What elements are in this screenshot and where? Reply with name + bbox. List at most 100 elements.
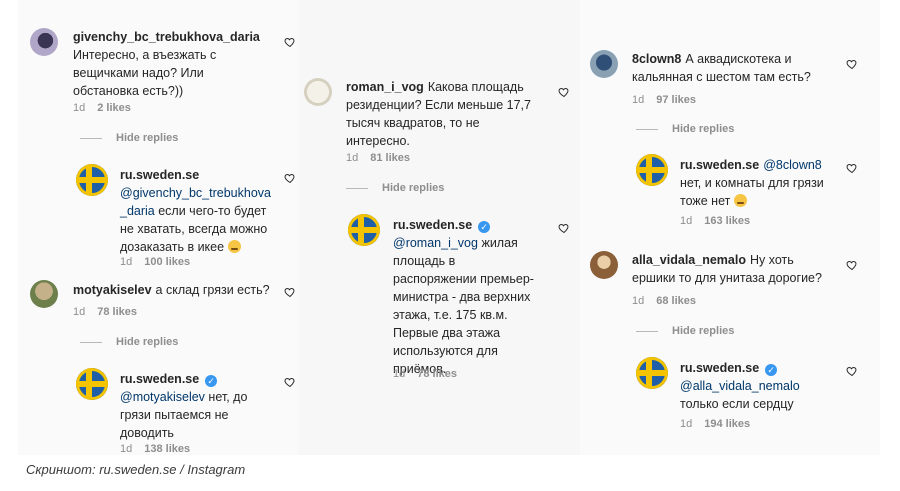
likes-count[interactable]: 97 likes xyxy=(656,94,696,106)
reply-text: грязи пытаемся не xyxy=(120,408,229,422)
avatar-givenchy[interactable] xyxy=(30,28,58,56)
hide-replies-label: Hide replies xyxy=(116,336,179,348)
hide-replies-button[interactable]: Hide replies xyxy=(80,132,178,144)
reply-text: министра - два верхних xyxy=(393,290,531,304)
username-ru-sweden[interactable]: ru.sweden.se xyxy=(680,158,759,172)
heart-outline-icon[interactable] xyxy=(284,376,296,388)
reply-ru-sweden-4: ru.sweden.se @8clown8 нет, и комнаты для … xyxy=(680,156,845,210)
timestamp[interactable]: 1d xyxy=(120,256,132,268)
hide-replies-button[interactable]: Hide replies xyxy=(346,182,444,194)
timestamp[interactable]: 1d xyxy=(120,443,132,455)
reply-ru-sweden-2: ru.sweden.se ✓ @motyakiselev нет, до гряз… xyxy=(120,370,280,442)
timestamp[interactable]: 1d xyxy=(346,152,358,164)
heart-outline-icon[interactable] xyxy=(284,286,296,298)
hide-replies-button[interactable]: Hide replies xyxy=(80,336,178,348)
timestamp[interactable]: 1d xyxy=(680,215,692,227)
verified-badge-icon: ✓ xyxy=(478,221,491,233)
heart-outline-icon[interactable] xyxy=(558,222,570,234)
reply-text: нет, до xyxy=(208,390,248,404)
divider-line xyxy=(636,330,658,332)
avatar-ru-sweden[interactable] xyxy=(636,357,668,389)
reply-text: не хватать, всегда можно xyxy=(120,222,268,236)
reply-meta: 1d 163 likes xyxy=(680,215,762,227)
hide-replies-button[interactable]: Hide replies xyxy=(636,123,734,135)
avatar-motyakiselev[interactable] xyxy=(30,280,58,308)
avatar-ru-sweden[interactable] xyxy=(348,214,380,246)
divider-line xyxy=(80,341,102,343)
username-alla-vidala-nemalo[interactable]: alla_vidala_nemalo xyxy=(632,253,746,267)
reply-text: тоже нет xyxy=(680,194,731,208)
avatar-8clown8[interactable] xyxy=(590,50,618,78)
heart-outline-icon[interactable] xyxy=(284,172,296,184)
avatar-roman-i-vog[interactable] xyxy=(304,78,332,106)
timestamp[interactable]: 1d xyxy=(632,295,644,307)
avatar-ru-sweden[interactable] xyxy=(636,154,668,186)
verified-badge-icon: ✓ xyxy=(765,364,778,376)
reply-meta: 1d 138 likes xyxy=(120,443,202,455)
reply-ru-sweden-1: ru.sweden.se @givenchy_bc_trebukhova _da… xyxy=(120,166,290,256)
likes-count[interactable]: 68 likes xyxy=(656,295,696,307)
mention-link-cont[interactable]: _daria xyxy=(120,204,155,218)
image-caption: Скриншот: ru.sweden.se / Instagram xyxy=(26,462,246,477)
comment-meta: 1d 2 likes xyxy=(73,102,143,114)
comment-text-line: интересно. xyxy=(346,134,410,148)
comment-roman-i-vog: roman_i_vog Какова площадь резиденции? Ес… xyxy=(346,78,566,150)
heart-outline-icon[interactable] xyxy=(846,259,858,271)
comment-text: а склад грязи есть? xyxy=(155,283,270,297)
mention-link[interactable]: @8clown8 xyxy=(763,158,822,172)
timestamp[interactable]: 1d xyxy=(73,306,85,318)
username-ru-sweden[interactable]: ru.sweden.se xyxy=(120,372,199,386)
comment-text-line: Интересно, а въезжать с xyxy=(73,48,217,62)
avatar-alla-vidala-nemalo[interactable] xyxy=(590,251,618,279)
timestamp[interactable]: 1d xyxy=(73,102,85,114)
likes-count[interactable]: 138 likes xyxy=(144,443,190,455)
comment-text: Ну хоть xyxy=(749,253,794,267)
username-ru-sweden[interactable]: ru.sweden.se xyxy=(393,218,472,232)
likes-count[interactable]: 78 likes xyxy=(417,368,457,380)
likes-count[interactable]: 81 likes xyxy=(370,152,410,164)
mention-link[interactable]: @alla_vidala_nemalo xyxy=(680,379,800,393)
hide-replies-label: Hide replies xyxy=(672,325,735,337)
divider-line xyxy=(80,137,102,139)
timestamp[interactable]: 1d xyxy=(680,418,692,430)
heart-outline-icon[interactable] xyxy=(846,162,858,174)
reply-text: только если сердцу xyxy=(680,397,794,411)
likes-count[interactable]: 2 likes xyxy=(97,102,131,114)
comment-meta: 1d 78 likes xyxy=(73,306,149,318)
reply-text: распоряжении премьер- xyxy=(393,272,534,286)
reply-text: дозаказать в икее xyxy=(120,240,225,254)
avatar-ru-sweden[interactable] xyxy=(76,164,108,196)
comment-text-line: кальянная с шестом там есть? xyxy=(632,70,811,84)
comment-meta: 1d 97 likes xyxy=(632,94,708,106)
reply-text: если чего-то будет xyxy=(158,204,267,218)
likes-count[interactable]: 78 likes xyxy=(97,306,137,318)
reply-text: площадь в xyxy=(393,254,456,268)
likes-count[interactable]: 100 likes xyxy=(144,256,190,268)
reply-meta: 1d 194 likes xyxy=(680,418,762,430)
mention-link[interactable]: @givenchy_bc_trebukhova xyxy=(120,186,271,200)
heart-outline-icon[interactable] xyxy=(284,36,296,48)
heart-outline-icon[interactable] xyxy=(846,58,858,70)
hide-replies-button[interactable]: Hide replies xyxy=(636,325,734,337)
timestamp[interactable]: 1d xyxy=(393,368,405,380)
likes-count[interactable]: 163 likes xyxy=(704,215,750,227)
avatar-ru-sweden[interactable] xyxy=(76,368,108,400)
timestamp[interactable]: 1d xyxy=(632,94,644,106)
reply-text: этажа, т.е. 175 кв.м. xyxy=(393,308,508,322)
username-roman-i-vog[interactable]: roman_i_vog xyxy=(346,80,424,94)
mention-link[interactable]: @motyakiselev xyxy=(120,390,205,404)
heart-outline-icon[interactable] xyxy=(846,365,858,377)
verified-badge-icon: ✓ xyxy=(205,375,218,387)
username-8clown8[interactable]: 8clown8 xyxy=(632,52,681,66)
username-motyakiselev[interactable]: motyakiselev xyxy=(73,283,152,297)
username-ru-sweden[interactable]: ru.sweden.se xyxy=(680,361,759,375)
mention-link[interactable]: @roman_i_vog xyxy=(393,236,478,250)
comment-text: А аквадискотека и xyxy=(685,52,792,66)
comment-meta: 1d 81 likes xyxy=(346,152,422,164)
username-ru-sweden[interactable]: ru.sweden.se xyxy=(120,168,199,182)
comments-panel-middle: roman_i_vog Какова площадь резиденции? Ес… xyxy=(298,0,588,455)
grimacing-emoji-icon xyxy=(227,240,241,253)
heart-outline-icon[interactable] xyxy=(558,86,570,98)
likes-count[interactable]: 194 likes xyxy=(704,418,750,430)
username-givenchy[interactable]: givenchy_bc_trebukhova_daria xyxy=(73,30,260,44)
